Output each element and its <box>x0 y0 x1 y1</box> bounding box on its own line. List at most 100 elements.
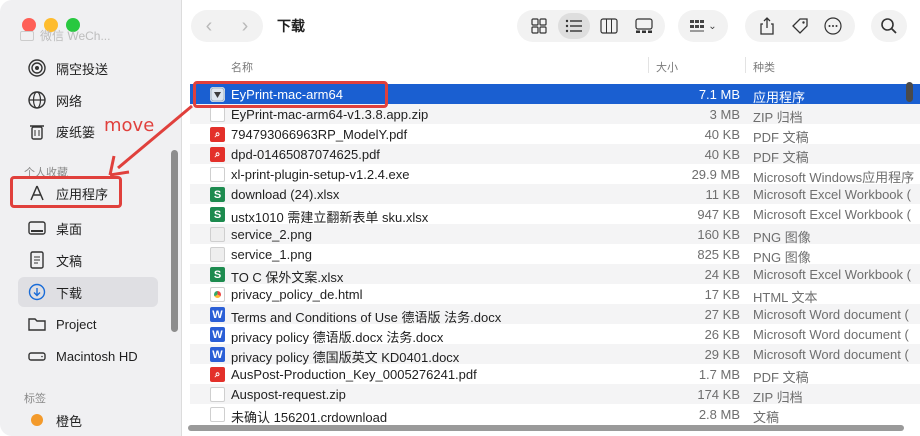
group-by-button[interactable]: ⌄ <box>678 10 728 42</box>
column-name-header[interactable]: 名称 <box>231 59 253 75</box>
file-name: download (24).xlsx <box>231 187 340 202</box>
window-title: 下载 <box>277 18 305 34</box>
file-icon <box>210 407 225 422</box>
table-row[interactable]: Sdownload (24).xlsx 11 KB Microsoft Excel … <box>190 184 920 204</box>
folder-icon <box>26 313 48 335</box>
airdrop-icon <box>26 57 48 79</box>
file-size: 11 KB <box>705 187 740 202</box>
word-document-icon: W <box>210 327 225 342</box>
grid-icon <box>530 18 547 34</box>
table-row[interactable]: W Terms and Conditions of Use 德语版 法务.docx… <box>190 304 920 325</box>
zip-archive-icon <box>210 387 225 402</box>
view-mode-group <box>517 10 665 42</box>
file-name: xl-print-plugin-setup-v1.2.4.exe <box>231 167 410 182</box>
search-icon <box>881 18 897 34</box>
file-size: 3 MB <box>709 107 740 122</box>
table-row[interactable]: Sustx1010 需建立翻新表单 sku.xlsx 947 KB Microsof… <box>190 204 920 225</box>
document-icon <box>26 249 48 271</box>
file-size: 947 KB <box>697 207 740 222</box>
file-name: dpd-01465087074625.pdf <box>231 147 380 162</box>
table-row[interactable]: ⌕ 794793066963RP_ModelY.pdf 40 KB PDF 文稿 <box>190 124 920 145</box>
horizontal-scrollbar[interactable] <box>188 425 904 431</box>
file-kind: Microsoft Word document ( <box>753 347 909 362</box>
file-size: 27 KB <box>704 307 740 322</box>
action-group <box>745 10 855 42</box>
annotation-arrow-icon <box>108 104 193 177</box>
file-kind: Microsoft Excel Workbook ( <box>753 267 911 282</box>
html-file-icon <box>210 287 225 302</box>
tag-button[interactable] <box>784 13 816 39</box>
back-button[interactable]: ‹ <box>191 15 227 38</box>
table-row[interactable]: privacy_policy_de.html 17 KB HTML 文本 <box>190 284 920 305</box>
file-size: 1.7 MB <box>698 367 740 382</box>
gallery-view-button[interactable] <box>628 13 660 39</box>
table-row[interactable]: ⌕ AusPost-Production_Key_0005276241.pdf 1.… <box>190 364 920 385</box>
file-size: 26 KB <box>704 327 740 342</box>
table-row[interactable]: ⌕ dpd-01465087074625.pdf 40 KB PDF 文稿 <box>190 144 920 165</box>
table-row[interactable]: service_1.png 825 KB PNG 图像 <box>190 244 920 265</box>
sidebar-item-label: 橙色 <box>56 413 83 429</box>
sidebar-item-label: 微信 WeCh... <box>40 29 111 43</box>
sidebar-item-documents[interactable]: 文稿 <box>18 245 158 275</box>
file-kind: 文稿 <box>753 410 780 425</box>
spreadsheet-icon: S <box>210 267 225 282</box>
file-size: 7.1 MB <box>698 87 740 102</box>
list-icon <box>565 19 582 33</box>
desktop-icon <box>26 217 48 239</box>
search-button[interactable] <box>871 10 907 42</box>
file-kind: Microsoft Excel Workbook ( <box>753 187 911 202</box>
table-row[interactable]: Auspost-request.zip 174 KB ZIP 归档 <box>190 384 920 405</box>
sidebar-item-project[interactable]: Project <box>18 309 158 339</box>
column-divider[interactable] <box>745 57 746 73</box>
sidebar-item-airdrop[interactable]: 隔空投送 <box>18 53 158 83</box>
sidebar-item-desktop[interactable]: 桌面 <box>18 213 158 243</box>
share-button[interactable] <box>751 13 783 39</box>
sidebar-item-label: 桌面 <box>56 221 83 237</box>
globe-icon <box>26 89 48 111</box>
icon-view-button[interactable] <box>523 13 555 39</box>
tags-section-title: 标签 <box>24 393 46 405</box>
toolbar: ‹ › 下载 ⌄ <box>183 0 920 52</box>
sidebar-item-wechat[interactable]: 微信 WeCh... <box>20 27 110 44</box>
download-icon <box>26 281 48 303</box>
group-grid-icon <box>690 20 705 32</box>
file-list-scrollbar[interactable] <box>905 82 913 382</box>
column-divider[interactable] <box>648 57 649 73</box>
file-name: Auspost-request.zip <box>231 387 346 402</box>
sidebar-item-label: 废纸篓 <box>56 124 96 140</box>
file-kind: Microsoft Word document ( <box>753 327 909 342</box>
forward-button[interactable]: › <box>227 15 263 38</box>
table-row[interactable]: S TO C 保外文案.xlsx 24 KB Microsoft Excel Work… <box>190 264 920 285</box>
file-size: 17 KB <box>704 287 740 302</box>
column-view-button[interactable] <box>593 13 625 39</box>
sidebar-item-downloads[interactable]: 下载 <box>18 277 158 307</box>
trash-icon <box>26 120 48 142</box>
file-name: AusPost-Production_Key_0005276241.pdf <box>231 367 477 382</box>
column-size-header[interactable]: 大小 <box>656 59 678 75</box>
file-size: 29 KB <box>704 347 740 362</box>
chevron-down-icon: ⌄ <box>708 20 717 32</box>
table-row[interactable]: Wprivacy policy 德语版.docx 法务.docx 26 KB Mic… <box>190 324 920 345</box>
file-name: 794793066963RP_ModelY.pdf <box>231 127 408 142</box>
drive-icon <box>26 345 48 367</box>
sidebar: 微信 WeCh... 隔空投送 网络 废纸篓 个人收藏 应用程序 桌面 文稿 下… <box>0 0 182 436</box>
sidebar-item-label: 网络 <box>56 93 83 109</box>
list-view-button[interactable] <box>557 13 590 39</box>
table-row[interactable]: Wprivacy policy 德国版英文 KD0401.docx 29 KB Mi… <box>190 344 920 365</box>
image-file-icon <box>210 247 225 262</box>
tag-color-dot-icon <box>26 409 48 431</box>
sidebar-item-macintosh-hd[interactable]: Macintosh HD <box>18 341 158 371</box>
file-name: 未确认 156201.crdownload <box>231 410 388 425</box>
scrollbar-thumb[interactable] <box>906 82 913 102</box>
file-size: 29.9 MB <box>691 167 740 182</box>
sidebar-item-tag-orange[interactable]: 橙色 <box>18 405 158 435</box>
file-kind: Microsoft Excel Workbook ( <box>753 207 911 222</box>
sidebar-item-label: Macintosh HD <box>56 348 138 364</box>
table-row[interactable]: 未确认 156201.crdownload 2.8 MB 文稿 <box>190 404 920 425</box>
file-size: 24 KB <box>704 267 740 282</box>
more-button[interactable] <box>817 13 849 39</box>
file-name: EyPrint-mac-arm64-v1.3.8.app.zip <box>231 107 429 122</box>
table-row[interactable]: xl-print-plugin-setup-v1.2.4.exe 29.9 MB M… <box>190 164 920 185</box>
table-row[interactable]: service_2.png 160 KB PNG 图像 <box>190 224 920 245</box>
column-kind-header[interactable]: 种类 <box>753 59 775 75</box>
